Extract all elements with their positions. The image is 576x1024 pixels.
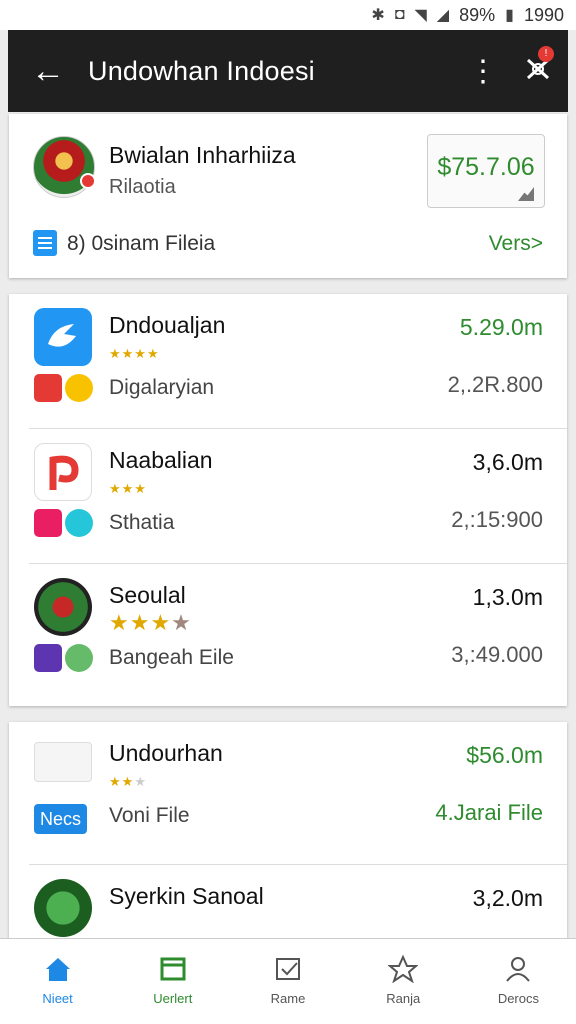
app-name: Dndoualjan [109, 312, 226, 338]
app-amount: 3,6.0m [472, 449, 543, 475]
nfc-icon: ◘ [394, 6, 405, 23]
category-icon [34, 374, 62, 402]
app-icon [34, 578, 92, 636]
notification-badge: ! [538, 45, 554, 62]
clock: 1990 [523, 4, 564, 25]
more-vert-icon[interactable]: ⋮ [458, 54, 508, 89]
tab-ranking[interactable]: Ranja [346, 939, 461, 1024]
coin-icon [65, 374, 93, 402]
tab-label: Ranja [386, 991, 421, 1006]
app-amount: 3,2.0m [472, 885, 543, 911]
badge-dot-icon [80, 173, 96, 189]
rating-stars: ★★★ [109, 774, 147, 789]
tab-updates[interactable]: Uerlert [115, 939, 230, 1024]
app-list-secondary: Undourhan ★★★ Necs Voni File $56.0m 4.Ja… [9, 722, 567, 958]
app-amount: 1,3.0m [472, 584, 543, 610]
app-subtitle: Voni File [109, 804, 190, 827]
app-file-count: 4.Jarai File [435, 800, 543, 825]
app-list: Dndoualjan ★★★★ Digalaryian 5.29.0m 2,.2… [9, 294, 567, 706]
featured-card[interactable]: Bwialan Inharhiiza Rilaotia $75.7.06 8) … [9, 114, 567, 278]
app-subtitle: Bangeah Eile [109, 646, 234, 669]
app-count: 2,:15:900 [451, 507, 543, 532]
price-value: $75.7.06 [437, 153, 535, 181]
news-tag[interactable]: Necs [34, 804, 88, 834]
rating-stars: ★★★★ [109, 346, 160, 361]
battery-icon: ▮ [505, 7, 514, 24]
person-icon [506, 957, 531, 982]
bluetooth-icon: ✱ [371, 7, 385, 24]
app-name: Undourhan [109, 740, 223, 766]
app-icon [34, 443, 92, 501]
tab-home[interactable]: Nieet [0, 939, 115, 1024]
featured-avatar [33, 136, 96, 198]
app-name: Naabalian [109, 447, 213, 473]
versions-link[interactable]: Vers> [489, 232, 543, 256]
featured-subtitle: Rilaotia [109, 176, 176, 198]
list-item[interactable]: Naabalian ★★★ Sthatia 3,6.0m 2,:15:900 [29, 429, 567, 564]
app-count: 2,.2R.800 [447, 372, 543, 397]
rating-stars: ★★★ [109, 481, 147, 496]
list-item[interactable]: Undourhan ★★★ Necs Voni File $56.0m 4.Ja… [29, 722, 567, 865]
app-icon [34, 879, 92, 937]
page-title: Undowhan Indoesi [88, 55, 315, 86]
rating-stars: ★★★★ [109, 610, 192, 635]
app-amount: $56.0m [466, 742, 543, 768]
app-subtitle: Sthatia [109, 511, 175, 534]
list-item[interactable]: Seoulal ★★★★ Bangeah Eile 1,3.0m 3,:49.0… [29, 564, 567, 699]
tab-label: Rame [270, 991, 306, 1006]
chart-icon [518, 187, 534, 201]
category-icon [34, 644, 62, 672]
tab-tasks[interactable]: Rame [230, 939, 345, 1024]
list-item[interactable]: Dndoualjan ★★★★ Digalaryian 5.29.0m 2,.2… [29, 294, 567, 429]
app-name: Seoulal [109, 582, 186, 608]
document-icon [33, 230, 57, 256]
bottom-navigation: Nieet Uerlert Rame Ranja Derocs [0, 938, 576, 1024]
app-icon [34, 308, 92, 366]
tab-profile[interactable]: Derocs [461, 939, 576, 1024]
tab-label: Derocs [497, 991, 539, 1006]
share-button[interactable]: ! [508, 45, 568, 89]
circle-icon [65, 644, 93, 672]
battery-level: 89% [459, 4, 496, 25]
tab-label: Uerlert [153, 991, 193, 1006]
app-name: Syerkin Sanoal [109, 883, 264, 909]
status-bar: ✱ ◘ ◥ ◢ 89% ▮ 1990 [0, 0, 576, 30]
app-toolbar: ← Undowhan Indoesi ⋮ ! [8, 30, 568, 112]
back-arrow-icon[interactable]: ← [8, 54, 88, 88]
circle-icon [65, 509, 93, 537]
category-icon [34, 509, 62, 537]
app-subtitle: Digalaryian [109, 376, 215, 399]
tab-label: Nieet [42, 991, 73, 1006]
checkbox-icon [276, 958, 300, 980]
home-icon [45, 958, 70, 981]
box-icon [160, 957, 186, 981]
featured-title: Bwialan Inharhiiza [109, 142, 296, 168]
featured-file-label: 8) 0sinam Fileia [67, 232, 216, 255]
app-amount: 5.29.0m [459, 314, 543, 340]
price-box[interactable]: $75.7.06 [427, 134, 545, 208]
star-icon [388, 955, 419, 983]
app-count: 3,:49.000 [451, 642, 543, 667]
signal-icon: ◢ [436, 7, 450, 24]
wifi-icon: ◥ [414, 7, 427, 24]
app-icon [34, 742, 92, 782]
